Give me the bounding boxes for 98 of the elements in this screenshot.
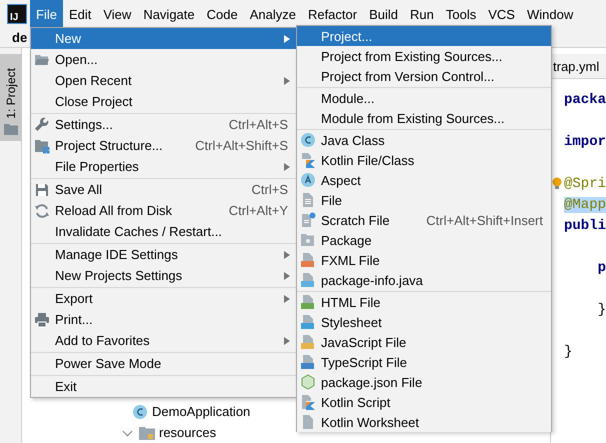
submenu-arrow-icon — [284, 162, 290, 170]
editor-tab[interactable]: trap.yml — [551, 54, 606, 79]
menu-item[interactable]: Add to Favorites — [31, 330, 296, 351]
class-icon — [132, 404, 148, 420]
shortcut-label: Ctrl+S — [252, 182, 288, 197]
menu-item[interactable]: package.json File — [297, 372, 551, 392]
css-file-icon — [300, 314, 316, 330]
menu-item[interactable]: New Projects Settings — [31, 265, 296, 286]
folder-grid-icon — [34, 138, 50, 154]
class-icon — [300, 132, 316, 148]
code-line: } — [564, 344, 572, 360]
menu-item[interactable]: File Properties — [31, 156, 296, 177]
menu-item[interactable]: File — [297, 190, 551, 210]
menu-bar-item[interactable]: File — [30, 0, 63, 28]
kotlin-file-icon — [300, 152, 316, 168]
scratch-file-icon — [300, 212, 316, 228]
worksheet-file-icon — [300, 414, 316, 430]
js-file-icon — [300, 334, 316, 350]
menu-item[interactable]: Reload All from Disk Ctrl+Alt+Y — [31, 200, 296, 221]
menu-item[interactable]: Kotlin File/Class — [297, 150, 551, 170]
nodejs-icon — [300, 374, 316, 390]
code-line: } — [596, 302, 606, 318]
aspect-icon — [300, 172, 316, 188]
menu-bar-item[interactable]: Refactor — [302, 0, 364, 28]
submenu-arrow-icon — [284, 272, 290, 280]
menu-item[interactable]: Exit — [31, 375, 296, 397]
menu-item[interactable]: Save All Ctrl+S — [31, 178, 296, 200]
menu-item[interactable]: Invalidate Caches / Restart... — [31, 221, 296, 242]
menu-bar-item[interactable]: Navigate — [137, 0, 201, 28]
menu-item[interactable]: Export — [31, 287, 296, 309]
submenu-arrow-icon — [284, 336, 290, 344]
refresh-icon — [34, 202, 50, 218]
tool-window-tab[interactable]: 1: Project — [0, 54, 22, 141]
menu-bar-item[interactable]: View — [97, 0, 138, 28]
java-file-icon — [300, 272, 316, 288]
code-line: publi — [564, 218, 606, 234]
menu-item[interactable]: FXML File — [297, 250, 551, 270]
menu-item[interactable]: Open Recent — [31, 70, 296, 91]
menu-item[interactable]: Project from Version Control... — [297, 66, 551, 86]
menu-item[interactable]: Project Structure... Ctrl+Alt+Shift+S — [31, 135, 296, 156]
menu-item[interactable]: Close Project — [31, 91, 296, 112]
menu-item[interactable]: Module... — [297, 87, 551, 108]
menu-item[interactable]: Manage IDE Settings — [31, 243, 296, 265]
menu-item[interactable]: Open... — [31, 49, 296, 70]
tool-window-label: 1: Project — [4, 68, 18, 119]
menu-item[interactable]: Package — [297, 230, 551, 250]
menu-bar-item[interactable]: Run — [404, 0, 440, 28]
menu-item[interactable]: Project... — [297, 26, 551, 46]
lightbulb-icon[interactable] — [552, 177, 562, 190]
folder-icon — [4, 123, 18, 135]
fxml-file-icon — [300, 252, 316, 268]
file-icon — [300, 192, 316, 208]
tree-item[interactable]: resources — [159, 425, 216, 440]
shortcut-label: Ctrl+Alt+Shift+S — [195, 138, 288, 153]
folder-icon — [139, 426, 155, 440]
menu-bar-item[interactable]: Analyze — [244, 0, 302, 28]
menu-item[interactable]: Aspect — [297, 170, 551, 190]
menu-item[interactable]: Project from Existing Sources... — [297, 46, 551, 66]
menu-item[interactable]: Stylesheet — [297, 312, 551, 332]
package-icon — [300, 232, 316, 248]
menu-item[interactable]: package-info.java — [297, 270, 551, 290]
menu-bar-item[interactable]: VCS — [482, 0, 521, 28]
wrench-icon — [34, 116, 50, 132]
code-line: p — [596, 260, 606, 276]
menu-item[interactable]: Module from Existing Sources... — [297, 108, 551, 128]
shortcut-label: Ctrl+Alt+S — [228, 117, 288, 132]
menu-bar-item[interactable]: Window — [520, 0, 580, 28]
submenu-arrow-icon — [284, 294, 290, 302]
submenu-arrow-icon — [284, 250, 290, 258]
menu-item[interactable]: Kotlin Worksheet — [297, 412, 551, 432]
menu-item[interactable]: Kotlin Script — [297, 392, 551, 412]
menu-item[interactable]: Scratch File Ctrl+Alt+Shift+Insert — [297, 210, 551, 230]
html-file-icon — [300, 294, 316, 310]
menu-item[interactable]: Power Save Mode — [31, 352, 296, 374]
code-line: impor — [564, 134, 606, 150]
menu-bar-item[interactable]: Build — [363, 0, 404, 28]
code-line: packa — [564, 92, 606, 108]
menu-item[interactable]: HTML File — [297, 291, 551, 312]
ts-file-icon — [300, 354, 316, 370]
shortcut-label: Ctrl+Alt+Y — [228, 203, 288, 218]
menu-item[interactable]: Java Class — [297, 129, 551, 150]
code-line: @Spri — [564, 176, 606, 192]
menu-item[interactable]: New — [31, 28, 296, 49]
shortcut-label: Ctrl+Alt+Shift+Insert — [426, 212, 543, 228]
menu-bar-item[interactable]: Tools — [440, 0, 482, 28]
menu-bar-item[interactable]: Code — [200, 0, 244, 28]
menu-item[interactable]: Print... — [31, 309, 296, 330]
kotlin-script-icon — [300, 394, 316, 410]
project-name: de — [12, 30, 28, 45]
tree-item[interactable]: DemoApplication — [152, 404, 250, 419]
menu-item[interactable]: Settings... Ctrl+Alt+S — [31, 113, 296, 135]
app-logo: IJ — [7, 4, 27, 24]
menu-item[interactable]: TypeScript File — [297, 352, 551, 372]
submenu-arrow-icon — [284, 34, 290, 42]
submenu-arrow-icon — [284, 76, 290, 84]
printer-icon — [34, 312, 50, 328]
menu-item[interactable]: JavaScript File — [297, 332, 551, 352]
menu-bar-item[interactable]: Edit — [62, 0, 98, 28]
